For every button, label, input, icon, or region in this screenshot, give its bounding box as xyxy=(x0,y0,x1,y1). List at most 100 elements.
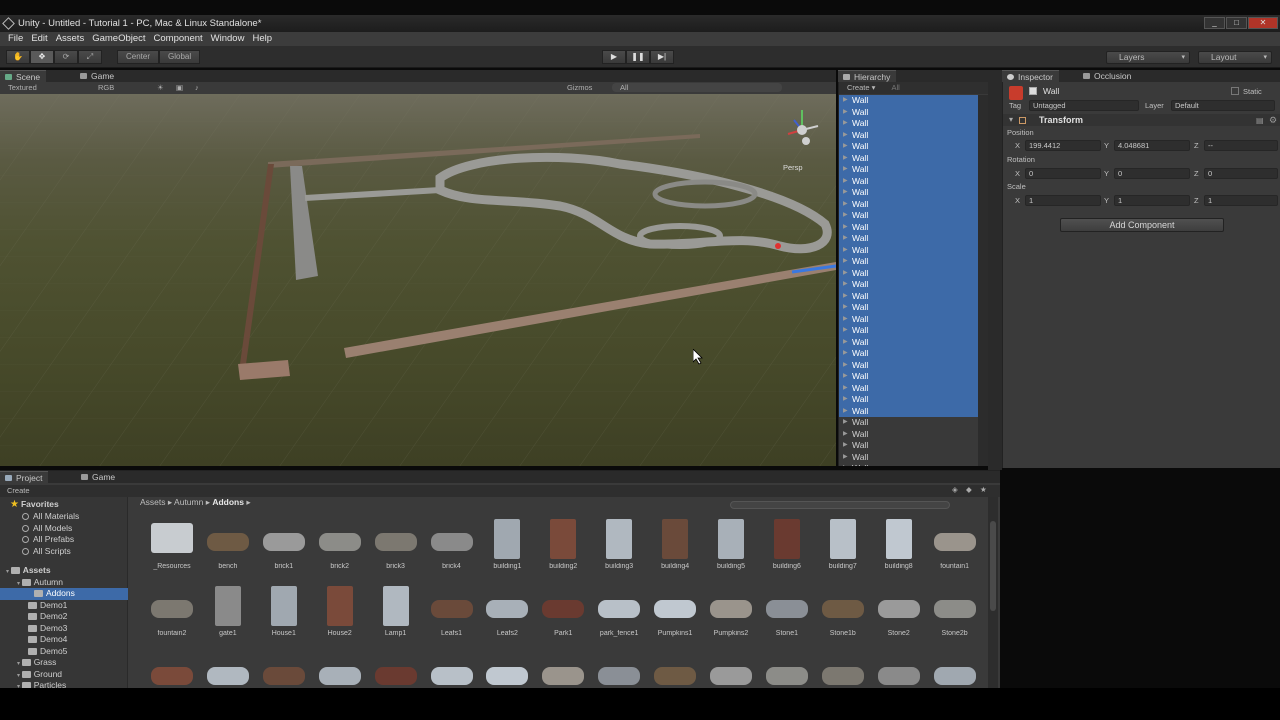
minimize-button[interactable]: _ xyxy=(1204,17,1225,29)
layer-dropdown[interactable]: Default xyxy=(1171,100,1275,111)
expand-arrow-icon[interactable]: ▶ xyxy=(843,325,848,337)
asset-item[interactable] xyxy=(477,649,533,689)
asset-item[interactable]: Leafs2 xyxy=(477,582,533,646)
expand-arrow-icon[interactable]: ▶ xyxy=(843,256,848,268)
asset-item[interactable] xyxy=(142,649,198,689)
scale-y-field[interactable]: 1 xyxy=(1114,195,1190,206)
asset-item[interactable] xyxy=(589,649,645,689)
expand-arrow-icon[interactable]: ▶ xyxy=(843,279,848,291)
favorites-header[interactable]: ★ Favorites xyxy=(10,499,59,511)
position-y-field[interactable]: 4.048681 xyxy=(1114,140,1190,151)
asset-item[interactable]: Leafs1 xyxy=(422,582,478,646)
hierarchy-item[interactable]: ▶ Wall xyxy=(839,313,988,326)
asset-item[interactable]: building3 xyxy=(589,515,645,579)
hierarchy-item[interactable]: ▶ Wall xyxy=(839,267,988,280)
asset-item[interactable]: building4 xyxy=(645,515,701,579)
favorite-item[interactable]: All Scripts xyxy=(22,546,71,558)
hierarchy-item[interactable]: ▶ Wall xyxy=(839,382,988,394)
hierarchy-item[interactable]: ▶ Wall xyxy=(839,221,988,233)
menu-component[interactable]: Component xyxy=(154,32,203,46)
hierarchy-item[interactable]: ▶ Wall xyxy=(839,371,988,383)
menu-help[interactable]: Help xyxy=(252,32,272,46)
hierarchy-item[interactable]: ▶ Wall xyxy=(839,336,988,348)
hierarchy-item[interactable]: ▶ Wall xyxy=(839,129,988,141)
object-name-field[interactable]: Wall xyxy=(1043,86,1059,96)
image-toggle-icon[interactable]: ▣ xyxy=(176,83,183,92)
close-button[interactable]: ✕ xyxy=(1248,17,1278,29)
tab-scene[interactable]: Scene xyxy=(0,70,47,82)
hierarchy-item[interactable]: ▶ Wall xyxy=(839,325,988,337)
expand-arrow-icon[interactable]: ▶ xyxy=(843,360,848,372)
expand-arrow-icon[interactable]: ▶ xyxy=(843,302,848,314)
expand-arrow-icon[interactable]: ▶ xyxy=(843,187,848,199)
expand-arrow-icon[interactable]: ▶ xyxy=(843,141,848,153)
asset-item[interactable]: brick2 xyxy=(310,515,366,579)
asset-item[interactable]: building6 xyxy=(757,515,813,579)
expand-arrow-icon[interactable]: ▶ xyxy=(843,291,848,303)
pivot-center-toggle[interactable]: Center xyxy=(117,50,160,64)
audio-toggle-icon[interactable]: ♪ xyxy=(195,83,199,92)
expand-arrow-icon[interactable]: ▶ xyxy=(843,233,848,245)
hierarchy-item[interactable]: ▶ Wall xyxy=(839,394,988,406)
hierarchy-item[interactable]: ▶ Wall xyxy=(839,210,988,222)
scene-viewport[interactable]: Persp xyxy=(0,94,836,466)
asset-item[interactable] xyxy=(813,649,869,689)
scale-x-field[interactable]: 1 xyxy=(1025,195,1101,206)
filter-label-icon[interactable]: ◆ xyxy=(966,485,972,494)
asset-item[interactable] xyxy=(757,649,813,689)
asset-item[interactable] xyxy=(645,649,701,689)
expand-arrow-icon[interactable]: ▾ xyxy=(17,661,22,667)
hierarchy-item[interactable]: ▶ Wall xyxy=(839,198,988,210)
asset-item[interactable] xyxy=(869,649,925,689)
hierarchy-item[interactable]: ▶ Wall xyxy=(839,164,988,176)
asset-item[interactable]: Park1 xyxy=(533,582,589,646)
project-scrollbar[interactable] xyxy=(988,497,998,689)
asset-item[interactable]: Stone1 xyxy=(757,582,813,646)
scene-search-input[interactable]: All xyxy=(612,83,782,92)
breadcrumb-assets[interactable]: Assets xyxy=(140,497,166,507)
hierarchy-item[interactable]: ▶ Wall xyxy=(839,440,988,452)
help-icon[interactable]: ▤ xyxy=(1256,116,1264,125)
expand-arrow-icon[interactable]: ▶ xyxy=(843,314,848,326)
position-x-field[interactable]: 199.4412 xyxy=(1025,140,1101,151)
expand-arrow-icon[interactable]: ▶ xyxy=(843,440,848,452)
tab-inspector[interactable]: Inspector xyxy=(1002,70,1059,82)
hierarchy-item[interactable]: ▶ Wall xyxy=(839,359,988,372)
menu-assets[interactable]: Assets xyxy=(56,32,85,46)
asset-item[interactable]: building2 xyxy=(533,515,589,579)
hierarchy-item[interactable]: ▶ Wall xyxy=(839,106,988,118)
move-tool-icon[interactable]: ✥ xyxy=(30,50,54,64)
foldout-arrow-icon[interactable]: ▾ xyxy=(1009,115,1013,124)
hierarchy-item[interactable]: ▶ Wall xyxy=(839,187,988,199)
hierarchy-item[interactable]: ▶ Wall xyxy=(839,302,988,314)
asset-item[interactable]: building5 xyxy=(701,515,757,579)
hierarchy-item[interactable]: ▶ Wall xyxy=(839,348,988,360)
color-mode-dropdown[interactable]: RGB xyxy=(98,83,114,92)
asset-item[interactable]: Stone2b xyxy=(925,582,981,646)
position-z-field[interactable]: -- xyxy=(1204,140,1278,151)
asset-item[interactable]: Pumpkins2 xyxy=(701,582,757,646)
expand-arrow-icon[interactable]: ▶ xyxy=(843,268,848,280)
rotate-tool-icon[interactable]: ⟳ xyxy=(54,50,78,64)
hierarchy-item[interactable]: ▶ Wall xyxy=(839,256,988,268)
hierarchy-item[interactable]: ▶ Wall xyxy=(839,95,988,107)
asset-item[interactable]: House2 xyxy=(310,582,366,646)
expand-arrow-icon[interactable]: ▶ xyxy=(843,153,848,165)
expand-arrow-icon[interactable]: ▶ xyxy=(843,429,848,441)
asset-item[interactable]: park_fence1 xyxy=(589,582,645,646)
tab-game-bottom[interactable]: Game xyxy=(76,471,121,483)
project-create-dropdown[interactable]: Create xyxy=(7,486,30,495)
menu-edit[interactable]: Edit xyxy=(31,32,47,46)
folder-item[interactable]: ▾ Ground xyxy=(17,669,62,681)
asset-item[interactable] xyxy=(701,649,757,689)
asset-item[interactable]: Stone2 xyxy=(869,582,925,646)
step-button[interactable]: ▶| xyxy=(650,50,674,64)
hierarchy-search-input[interactable]: All xyxy=(891,83,899,92)
hierarchy-item[interactable]: ▶ Wall xyxy=(839,118,988,130)
asset-item[interactable] xyxy=(533,649,589,689)
tab-game[interactable]: Game xyxy=(75,70,120,82)
tab-hierarchy[interactable]: Hierarchy xyxy=(838,70,897,82)
hierarchy-item[interactable]: ▶ Wall xyxy=(839,429,988,441)
static-checkbox[interactable] xyxy=(1231,87,1239,95)
expand-arrow-icon[interactable]: ▶ xyxy=(843,348,848,360)
